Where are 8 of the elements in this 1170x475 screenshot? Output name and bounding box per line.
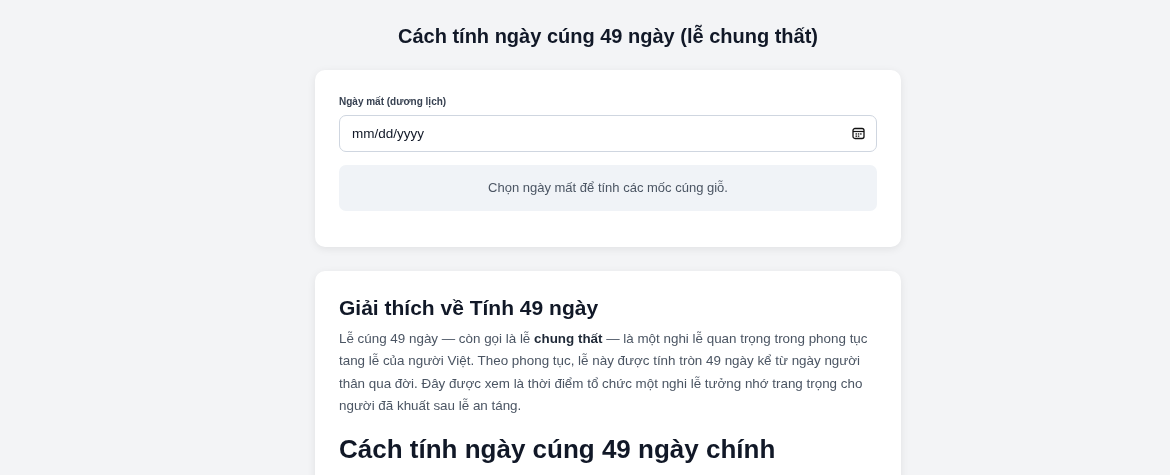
section-heading: Cách tính ngày cúng 49 ngày chính bbox=[339, 433, 777, 466]
field-label: Ngày mất (dương lịch) bbox=[339, 95, 448, 109]
date-field[interactable]: mm/dd/yyyy bbox=[339, 115, 877, 152]
calendar-icon[interactable] bbox=[852, 127, 865, 140]
info-message: Chọn ngày mất để tính các mốc cúng giỗ. bbox=[339, 165, 877, 211]
explanation-paragraph: Lễ cúng 49 ngày — còn gọi là lễ chung thất — là một nghi lễ quan trọng trong phong tục tang lễ của người Việt. Theo phong tục, lễ này được tính tròn 49 ngày kể từ ngày người thân qua đời. Đây được xem là thời điểm tổ chức một nghi lễ tưởng nhớ trang trọng cho người đã khuất sau lễ an táng. bbox=[339, 330, 869, 416]
page-title: Cách tính ngày cúng 49 ngày (lễ chung thất) bbox=[396, 24, 819, 48]
section-heading: Giải thích về Tính 49 ngày bbox=[339, 295, 600, 321]
